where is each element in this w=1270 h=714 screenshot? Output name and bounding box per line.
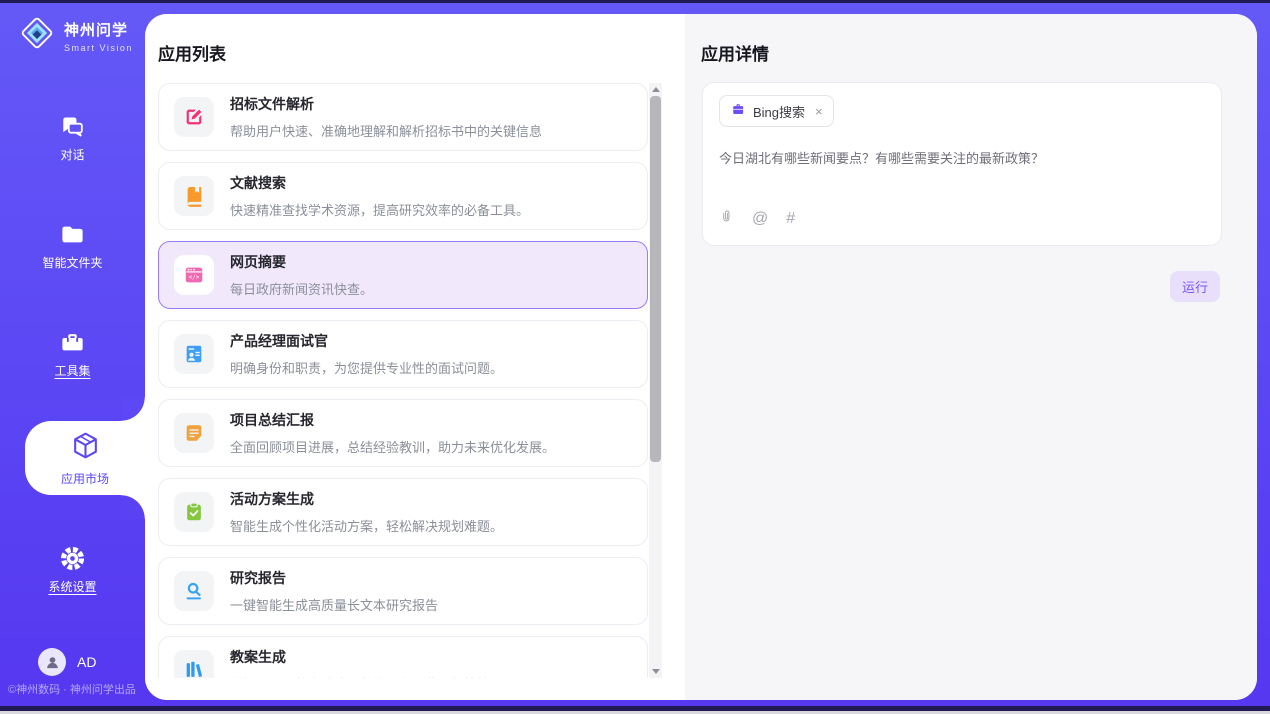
sidebar-item-chat[interactable]: 对话	[0, 113, 145, 163]
edit-document-icon	[174, 97, 214, 137]
browser-code-icon: </>	[174, 255, 214, 295]
chat-bubbles-icon	[0, 113, 145, 140]
app-card-title: 产品经理面试官	[230, 331, 503, 351]
sidebar-item-label: 系统设置	[0, 578, 145, 595]
app-card-description: 明确身份和职责，为您提供专业性的面试问题。	[230, 358, 503, 377]
app-list-title: 应用列表	[158, 40, 226, 65]
sidebar-item-label: 应用市场	[61, 470, 109, 487]
folder-icon	[0, 221, 145, 248]
app-card-pm-interviewer[interactable]: 产品经理面试官 明确身份和职责，为您提供专业性的面试问题。	[158, 320, 648, 388]
app-card-description: 全面回顾项目进展，总结经验教训，助力未来优化发展。	[230, 437, 555, 456]
cube-icon	[70, 430, 101, 466]
app-card-web-summary-selected[interactable]: </> 网页摘要 每日政府新闻资讯快查。	[158, 241, 648, 309]
person-icon	[44, 654, 61, 671]
app-card-title: 项目总结汇报	[230, 410, 555, 430]
triangle-up-icon	[652, 87, 660, 92]
active-tab-top-fillet	[121, 397, 145, 421]
sidebar-item-label: 智能文件夹	[0, 254, 145, 271]
sidebar-item-app-market-active[interactable]: 应用市场	[25, 421, 145, 495]
app-detail-pane: 应用详情 Bing搜索 × 今日湖北有哪些新闻要点？有哪些需要关注的最新政策？	[685, 14, 1257, 700]
tool-chip-label: Bing搜索	[753, 102, 805, 121]
sidebar-item-label: 对话	[0, 146, 145, 163]
app-card-project-summary[interactable]: 项目总结汇报 全面回顾项目进展，总结经验教训，助力未来优化发展。	[158, 399, 648, 467]
sidebar-item-label: 工具集	[0, 362, 145, 379]
brand-name: 神州问学	[64, 22, 128, 39]
tool-chip-bing-search[interactable]: Bing搜索 ×	[719, 95, 834, 127]
app-card-activity-plan[interactable]: 活动方案生成 智能生成个性化活动方案，轻松解决规划难题。	[158, 478, 648, 546]
user-account[interactable]: AD	[38, 648, 96, 676]
user-name: AD	[77, 654, 96, 670]
app-card-title: 文献搜索	[230, 173, 529, 193]
app-card-research-report[interactable]: 研究报告 一键智能生成高质量长文本研究报告	[158, 557, 648, 625]
mention-icon[interactable]: @	[752, 210, 768, 228]
app-detail-title: 应用详情	[701, 40, 769, 65]
close-icon[interactable]: ×	[815, 104, 823, 119]
avatar	[38, 648, 66, 676]
app-list-pane: 应用列表 招标文件解析 帮助用户快速、准确地理解和解析招标书中的关键信息	[145, 14, 685, 700]
copyright-footer: ©神州数码 · 神州问学出品	[8, 681, 136, 697]
run-button[interactable]: 运行	[1170, 271, 1220, 302]
app-window: 神州问学 Smart Vision 对话 智能文件夹	[0, 0, 1270, 714]
toolbox-icon	[0, 329, 145, 356]
scrollbar-thumb[interactable]	[650, 96, 661, 462]
sidebar-item-settings[interactable]: 系统设置	[0, 545, 145, 595]
book-icon	[174, 176, 214, 216]
app-card-description: 智能生成个性化活动方案，轻松解决规划难题。	[230, 516, 503, 535]
sidebar-item-toolset[interactable]: 工具集	[0, 329, 145, 379]
app-list: 招标文件解析 帮助用户快速、准确地理解和解析招标书中的关键信息 文献搜索	[158, 83, 648, 678]
clipboard-check-icon	[174, 492, 214, 532]
app-card-title: 招标文件解析	[230, 94, 542, 114]
books-icon	[174, 650, 214, 678]
app-card-title: 活动方案生成	[230, 489, 503, 509]
brand-logo: 神州问学 Smart Vision	[18, 14, 133, 57]
app-card-description: 模板驱动，教案秒成，教学准备从此轻松快捷	[230, 674, 490, 678]
diamond-logo-icon	[18, 14, 56, 57]
app-card-title: 网页摘要	[230, 252, 373, 272]
main-panel: 应用列表 招标文件解析 帮助用户快速、准确地理解和解析招标书中的关键信息	[145, 14, 1257, 700]
app-card-bid-analysis[interactable]: 招标文件解析 帮助用户快速、准确地理解和解析招标书中的关键信息	[158, 83, 648, 151]
prompt-editor[interactable]: Bing搜索 × 今日湖北有哪些新闻要点？有哪些需要关注的最新政策？ @ #	[702, 82, 1222, 246]
svg-text:</>: </>	[189, 274, 200, 281]
paperclip-icon[interactable]	[719, 207, 734, 231]
prompt-text[interactable]: 今日湖北有哪些新闻要点？有哪些需要关注的最新政策？	[719, 149, 1205, 169]
app-card-description: 每日政府新闻资讯快查。	[230, 279, 373, 298]
app-card-lesson-plan[interactable]: 教案生成 模板驱动，教案秒成，教学准备从此轻松快捷	[158, 636, 648, 678]
app-card-title: 教案生成	[230, 647, 490, 667]
research-icon	[174, 571, 214, 611]
app-card-description: 快速精准查找学术资源，提高研究效率的必备工具。	[230, 200, 529, 219]
gear-icon	[0, 545, 145, 572]
triangle-down-icon	[652, 669, 660, 674]
app-card-literature-search[interactable]: 文献搜索 快速精准查找学术资源，提高研究效率的必备工具。	[158, 162, 648, 230]
note-icon	[174, 413, 214, 453]
active-tab-bottom-fillet	[121, 495, 145, 519]
app-card-description: 一键智能生成高质量长文本研究报告	[230, 595, 438, 614]
top-edge-bar	[0, 0, 1270, 3]
brand-subtitle: Smart Vision	[64, 43, 133, 53]
composer-toolbar: @ #	[719, 207, 1205, 231]
sidebar: 神州问学 Smart Vision 对话 智能文件夹	[0, 3, 145, 706]
briefcase-icon	[730, 102, 746, 121]
sidebar-item-smart-folder[interactable]: 智能文件夹	[0, 221, 145, 271]
hash-icon[interactable]: #	[786, 210, 795, 228]
person-document-icon	[174, 334, 214, 374]
scrollbar-up-button[interactable]	[649, 83, 662, 96]
scrollbar-down-button[interactable]	[649, 665, 662, 678]
app-card-title: 研究报告	[230, 568, 438, 588]
app-card-description: 帮助用户快速、准确地理解和解析招标书中的关键信息	[230, 121, 542, 140]
scrollbar[interactable]	[649, 83, 662, 678]
